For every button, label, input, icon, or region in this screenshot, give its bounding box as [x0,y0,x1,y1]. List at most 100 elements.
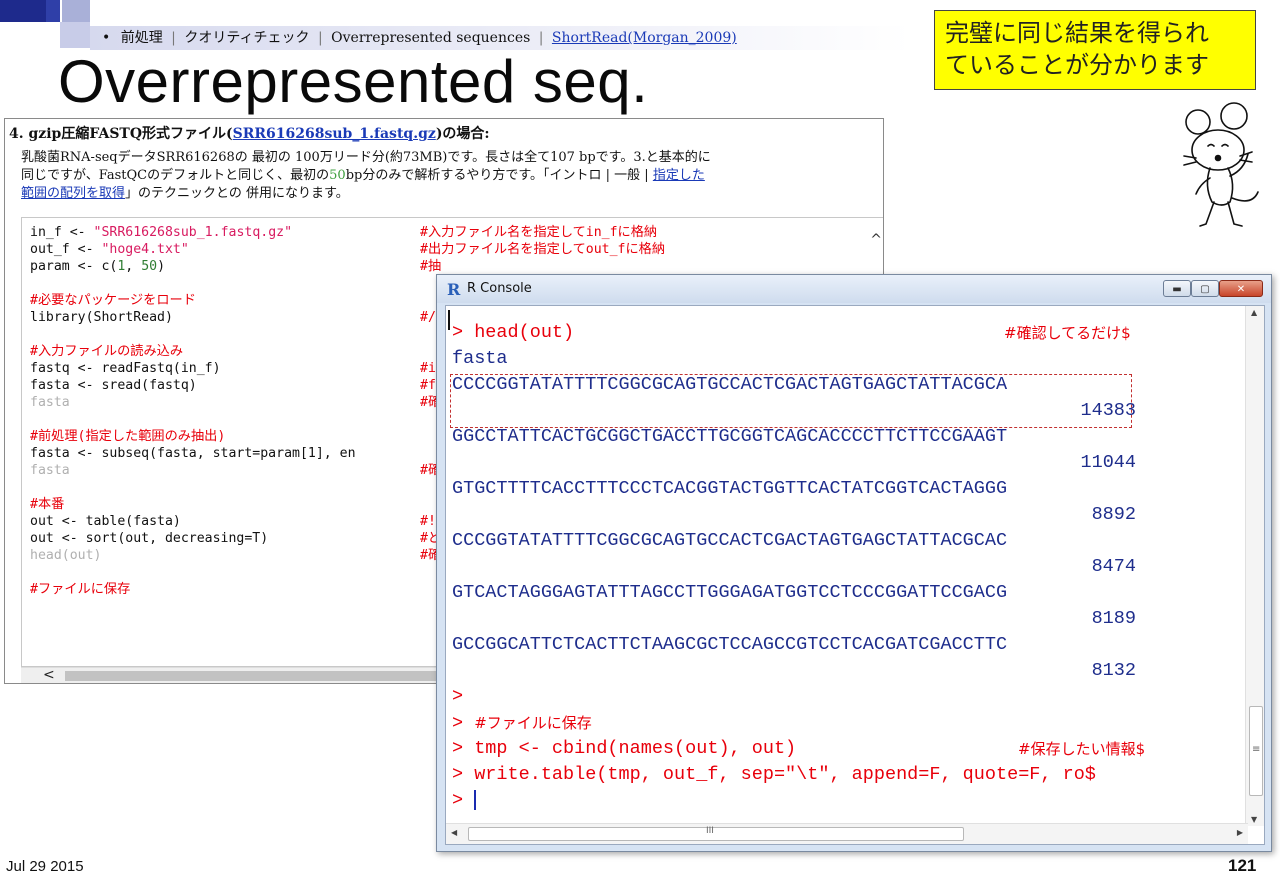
code-token: ) [157,259,166,274]
count-line: 8189 [1091,608,1136,629]
sequence-line: GGCCTATTCACTGCGGCTGACCTTGCGGTCAGCACCCCTT… [452,426,1008,447]
console-vertical-scrollbar[interactable]: ▲ ≡ ▼ [1245,306,1264,826]
code-token: fasta [30,463,70,478]
scroll-left-arrow-icon[interactable]: ◀ [451,828,457,837]
comment-save-jp: #ファイルに保存 [474,714,592,732]
callout-line: 完璧に同じ結果を得られ [945,19,1209,47]
heading-prefix: 4. gzip圧縮FASTQ形式ファイル( [9,126,233,142]
desc-number: 50 [329,168,346,183]
window-title: R Console [467,281,532,296]
code-line: #入力ファイルの読み込み [30,343,356,360]
mouse-mascot-illustration [1183,102,1259,227]
inline-comment: #保存したい情報$ [1018,740,1146,758]
slide-date: Jul 29 2015 [6,858,84,875]
scroll-down-arrow-icon[interactable]: ▼ [1251,815,1257,824]
code-token: param <- c( [30,259,118,274]
code-token: fasta [30,395,70,410]
code-token: #ファイルに保存 [30,582,131,597]
header-deco-block [0,0,46,22]
code-line: out <- sort(out, decreasing=T) [30,530,356,547]
code-token: 50 [141,259,158,274]
minimize-button[interactable]: ▬ [1163,280,1191,297]
code-lines: in_f <- "SRR616268sub_1.fastq.gz" out_f <… [30,224,356,598]
console-horizontal-scrollbar[interactable]: ◀ III ▶ [446,823,1248,844]
code-line: head(out) [30,547,356,564]
input-cursor [474,790,477,811]
r-console-titlebar[interactable]: R R Console ▬ ▢ ✕ [437,275,1271,303]
code-line: library(ShortRead) [30,309,356,326]
count-line: 14383 [1080,400,1136,421]
code-token: #入力ファイルの読み込み [30,344,184,359]
code-line: out_f <- "hoge4.txt" [30,241,356,258]
section-description: 乳酸菌RNA-seqデータSRR616268の 最初の 100万リード分(約73… [21,149,871,203]
code-line: #前処理(指定した範囲のみ抽出) [30,428,356,445]
code-token: library(ShortRead) [30,310,173,325]
count-line: 11044 [1080,452,1136,473]
code-line: #ファイルに保存 [30,581,356,598]
console-input-line[interactable]: > [452,788,1136,814]
desc-text: 」のテクニックとの 併用になります。 [125,186,349,201]
code-line: fasta <- sread(fastq) [30,377,356,394]
code-token: #前処理(指定した範囲のみ抽出) [30,429,226,444]
section-heading: 4. gzip圧縮FASTQ形式ファイル(SRR616268sub_1.fast… [9,123,490,143]
desc-text: bp分のみで解析するやり方です。「イントロ | 一般 | [345,168,653,183]
scrollbar-thumb[interactable] [468,827,964,841]
code-line: in_f <- "SRR616268sub_1.fastq.gz" [30,224,356,241]
sequence-line: CCCGGTATATTTTCGGCGCAGTGCCACTCGACTAGTGAGC… [452,530,1008,551]
scroll-up-arrow-icon[interactable]: ^ [870,232,882,248]
desc-link[interactable]: 範囲の配列を取得 [21,186,125,201]
code-token: fasta <- sread(fastq) [30,378,197,393]
code-line [30,275,356,292]
scroll-up-arrow-icon[interactable]: ▲ [1251,308,1257,317]
code-line [30,411,356,428]
code-token: fasta <- subseq(fasta, start=param[1], e… [30,446,356,461]
breadcrumb-item: Overrepresented sequences [331,30,531,46]
heading-file-link[interactable]: SRR616268sub_1.fastq.gz [233,126,436,142]
code-line [30,326,356,343]
close-button[interactable]: ✕ [1219,280,1263,297]
r-logo-icon: R [447,280,461,299]
code-line: #必要なパッケージをロード [30,292,356,309]
code-line [30,564,356,581]
code-token: fastq <- readFastq(in_f) [30,361,221,376]
desc-link[interactable]: 指定した [653,168,705,183]
count-line: 8892 [1091,504,1136,525]
sequence-line: GTCACTAGGGAGTATTTAGCCTTGGGAGATGGTCCTCCCG… [452,582,1008,603]
count-line: 8474 [1091,556,1136,577]
header-deco-block [60,22,90,48]
r-console-window: R R Console ▬ ▢ ✕ > head(out) fasta CCCC… [436,274,1272,852]
page-number: 121 [1228,856,1257,875]
prompt-symbol: > [452,713,475,734]
r-console-output[interactable]: > head(out) fasta CCCCGGTATATTTTCGGCGCAG… [445,305,1265,845]
count-line: 8132 [1091,660,1136,681]
header-deco-block [62,0,90,22]
callout-box: 完璧に同じ結果を得られ ていることが分かります [934,10,1256,90]
console-line: > write.table(tmp, out_f, sep="\t", appe… [452,764,1096,785]
breadcrumb-link-shortread[interactable]: ShortRead(Morgan_2009) [552,30,737,46]
desc-text: 乳酸菌RNA-seqデータSRR616268の 最初の 100万リード分(約73… [21,150,711,165]
slide-title: Overrepresented seq. [58,48,649,115]
prompt-symbol: > [452,790,475,811]
scroll-left-arrow-icon[interactable]: < [43,667,55,683]
breadcrumb-item: クオリティチェック [184,30,310,46]
text-caret [448,310,450,330]
heading-suffix: )の場合: [435,126,490,142]
code-token: , [125,259,142,274]
code-comment: #出力ファイル名を指定してout_fに格納 [420,242,666,257]
code-token: "SRR616268sub_1.fastq.gz" [93,225,293,240]
code-token: "hoge4.txt" [101,242,189,257]
maximize-button[interactable]: ▢ [1191,280,1219,297]
code-comment: #入力ファイル名を指定してin_fに格納 [420,225,658,240]
callout-line: ていることが分かります [945,51,1209,79]
code-line: #本番 [30,496,356,513]
code-token: out <- table(fasta) [30,514,181,529]
code-line: fasta [30,394,356,411]
scroll-right-arrow-icon[interactable]: ▶ [1237,828,1243,837]
code-line: fasta [30,462,356,479]
console-line: > #ファイルに保存 [452,710,1136,736]
scrollbar-thumb[interactable] [65,671,485,681]
